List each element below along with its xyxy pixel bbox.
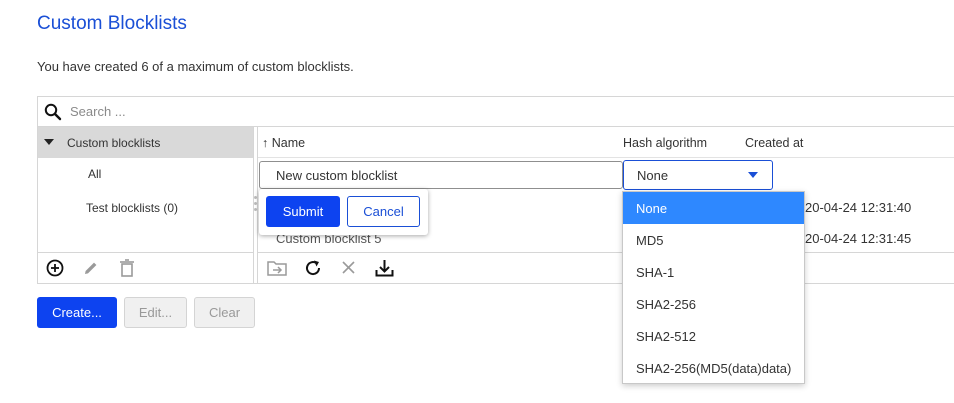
chevron-down-icon[interactable] [748,172,758,178]
cancel-button[interactable]: Cancel [347,196,420,227]
refresh-icon[interactable] [304,259,322,277]
page-subtitle: You have created 6 of a maximum of custo… [37,59,354,74]
tree-item-test-blocklists[interactable]: Test blocklists (0) [86,201,178,215]
clear-button[interactable]: Clear [194,297,255,328]
sort-ascending-icon: ↑ [262,136,269,150]
dropdown-option-none[interactable]: None [623,192,804,224]
search-icon [44,103,62,121]
download-icon[interactable] [375,259,394,277]
hash-algorithm-dropdown: None MD5 SHA-1 SHA2-256 SHA2-512 SHA2-25… [622,191,805,384]
trash-icon[interactable] [119,259,135,277]
dropdown-option-sha1[interactable]: SHA-1 [623,256,804,288]
blocklist-name-input[interactable]: New custom blocklist [259,161,623,189]
tree-root-label: Custom blocklists [67,136,161,150]
add-circle-icon[interactable] [46,259,64,277]
edit-button[interactable]: Edit... [124,297,187,328]
tree-toolbar [38,252,253,283]
search-input[interactable]: Search ... [70,104,126,119]
tree-item-all[interactable]: All [88,167,101,181]
pencil-icon[interactable] [82,259,100,277]
table-header [258,127,954,158]
close-icon[interactable] [341,260,356,275]
dropdown-option-sha2-256-md5[interactable]: SHA2-256(MD5(data)data) [623,352,804,384]
folder-move-icon[interactable] [267,260,287,276]
column-header-hash[interactable]: Hash algorithm [623,136,707,150]
caret-down-icon[interactable] [44,139,54,145]
row-created-at: 20-04-24 12:31:45 [805,231,912,246]
resize-handle[interactable] [254,196,257,218]
column-header-created[interactable]: Created at [745,136,803,150]
column-header-name[interactable]: ↑ Name [262,136,305,150]
submit-button[interactable]: Submit [266,196,340,227]
page-title: Custom Blocklists [37,13,187,34]
dropdown-option-sha2-256[interactable]: SHA2-256 [623,288,804,320]
dropdown-option-md5[interactable]: MD5 [623,224,804,256]
search-bar[interactable] [37,96,954,127]
row-created-at: 20-04-24 12:31:40 [805,200,912,215]
create-button[interactable]: Create... [37,297,117,328]
dropdown-option-sha2-512[interactable]: SHA2-512 [623,320,804,352]
table-toolbar [258,252,954,283]
